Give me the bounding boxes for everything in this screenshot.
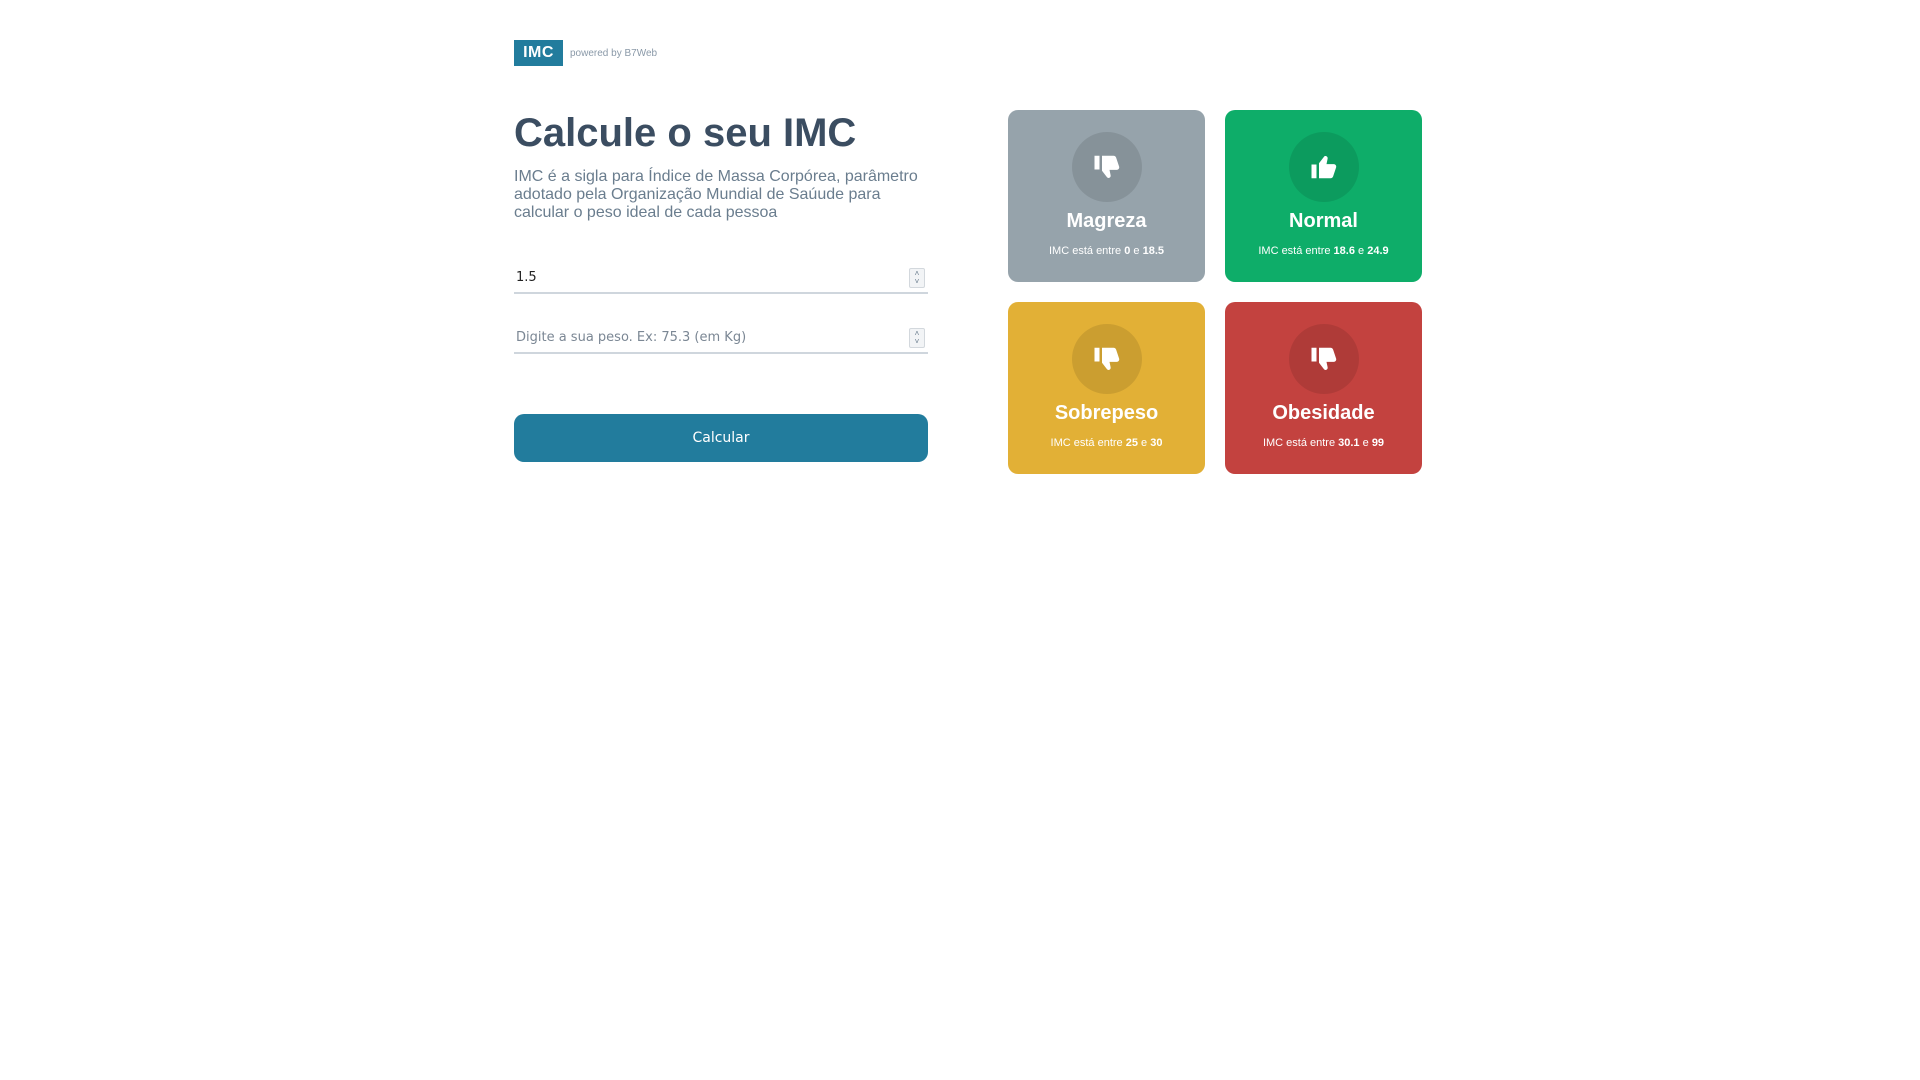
peso-input[interactable] xyxy=(514,323,886,351)
range-prefix: IMC está entre xyxy=(1049,245,1122,257)
range-prefix: IMC está entre xyxy=(1262,437,1336,449)
altura-field: ˄ ˅ xyxy=(514,262,928,294)
range-and: e xyxy=(1358,245,1365,257)
level-title: Normal xyxy=(1289,210,1358,232)
range-max: 24.9 xyxy=(1367,245,1389,257)
level-range: IMC está entre 25 e 30 xyxy=(1051,436,1163,450)
level-range: IMC está entre 18.6 e 24.9 xyxy=(1258,244,1388,258)
page-title: Calcule o seu IMC xyxy=(514,111,857,155)
altura-input[interactable] xyxy=(514,263,886,291)
icon-circle xyxy=(1071,132,1142,202)
level-title: Magreza xyxy=(1066,210,1147,232)
icon-circle xyxy=(1288,132,1359,202)
level-range: IMC está entre 30.1 e 99 xyxy=(1263,436,1384,450)
icon-circle xyxy=(1288,324,1359,394)
spinner-down-icon[interactable]: ˅ xyxy=(915,338,920,346)
range-min: 25 xyxy=(1125,437,1138,449)
range-min: 18.6 xyxy=(1333,245,1355,257)
range-min: 30.1 xyxy=(1338,437,1360,449)
level-card-obesidade: Obesidade IMC está entre 30.1 e 99 xyxy=(1225,302,1422,474)
thumbs-down-icon xyxy=(1094,347,1119,370)
level-card-sobrepeso: Sobrepeso IMC está entre 25 e 30 xyxy=(1008,302,1205,474)
calculate-button[interactable]: Calcular xyxy=(514,414,928,462)
range-and: e xyxy=(1141,437,1148,449)
range-min: 0 xyxy=(1124,245,1131,257)
altura-spinner[interactable]: ˄ ˅ xyxy=(909,268,925,288)
level-title: Sobrepeso xyxy=(1054,402,1159,424)
page: IMC powered by B7Web Calcule o seu IMC I… xyxy=(0,0,1920,1080)
powered-by-text: powered by B7Web xyxy=(570,47,658,59)
range-max: 30 xyxy=(1150,437,1163,449)
thumbs-down-icon xyxy=(1311,347,1336,370)
level-card-magreza: Magreza IMC está entre 0 e 18.5 xyxy=(1008,110,1205,282)
level-card-normal: Normal IMC está entre 18.6 e 24.9 xyxy=(1225,110,1422,282)
imc-levels-grid: Magreza IMC está entre 0 e 18.5 Normal I… xyxy=(1008,110,1422,474)
range-prefix: IMC está entre xyxy=(1050,437,1123,449)
thumbs-up-icon xyxy=(1311,156,1336,179)
peso-spinner[interactable]: ˄ ˅ xyxy=(909,328,925,348)
calculator-panel: Calcule o seu IMC IMC é a sigla para Índ… xyxy=(514,108,928,462)
spinner-down-icon[interactable]: ˅ xyxy=(915,278,920,286)
icon-circle xyxy=(1071,324,1142,394)
range-and: e xyxy=(1362,437,1369,449)
imc-logo[interactable]: IMC xyxy=(514,40,563,66)
level-title: Obesidade xyxy=(1272,402,1375,424)
thumbs-down-icon xyxy=(1094,155,1119,178)
range-and: e xyxy=(1133,245,1140,257)
range-max: 99 xyxy=(1371,437,1385,449)
header: IMC powered by B7Web xyxy=(514,40,657,66)
page-description: IMC é a sigla para Índice de Massa Corpó… xyxy=(514,168,918,221)
peso-field: ˄ ˅ xyxy=(514,322,928,354)
range-prefix: IMC está entre xyxy=(1258,245,1331,257)
level-range: IMC está entre 0 e 18.5 xyxy=(1049,244,1164,258)
range-max: 18.5 xyxy=(1142,245,1164,257)
